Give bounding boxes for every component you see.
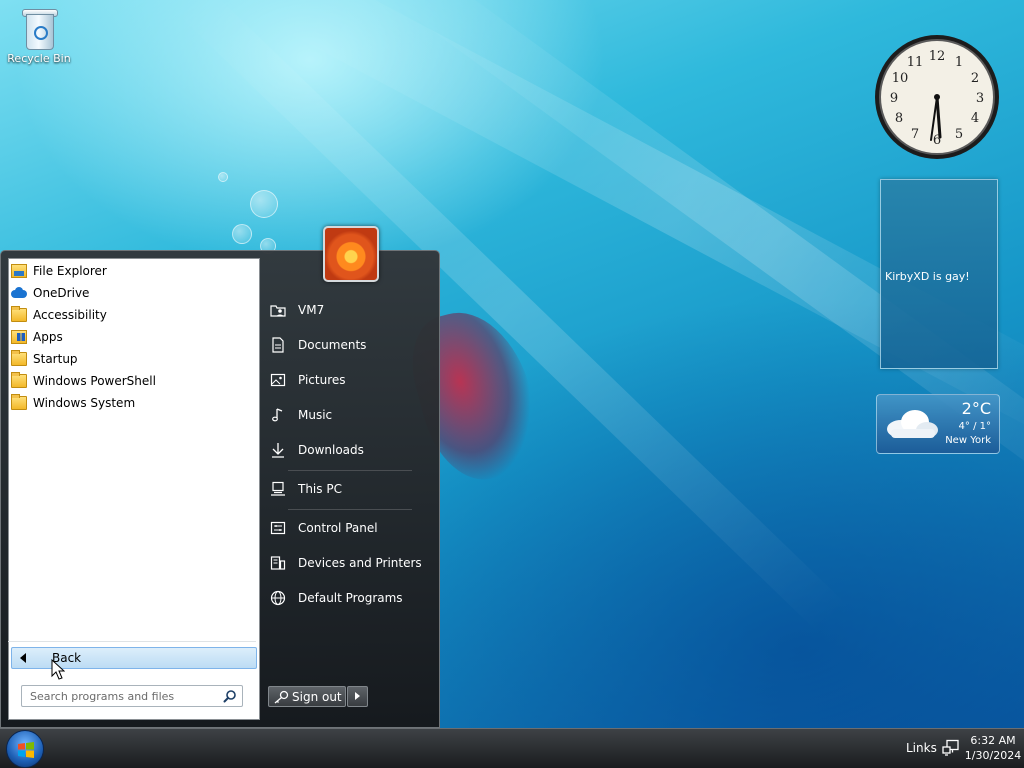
place-item-downloads[interactable]: Downloads [270,439,364,461]
sign-out-label: Sign out [292,689,342,704]
program-item-windows-powershell[interactable]: Windows PowerShell [11,371,251,391]
place-label: Pictures [298,373,346,387]
svg-text:8: 8 [895,111,903,126]
svg-text:4: 4 [971,111,979,126]
weather-city: New York [945,435,991,446]
svg-text:3: 3 [976,91,984,106]
program-label: Accessibility [33,308,107,322]
folder-icon [11,394,27,410]
place-item-user[interactable]: VM7 [270,299,324,321]
svg-text:2: 2 [971,71,979,86]
place-label: Devices and Printers [298,556,422,570]
program-label: Apps [33,330,63,344]
svg-text:10: 10 [892,71,909,86]
user-picture-icon[interactable] [323,226,379,282]
place-label: VM7 [298,303,325,317]
onedrive-icon [11,286,27,300]
notes-gadget[interactable]: KirbyXD is gay! [880,179,998,369]
search-box[interactable] [21,685,243,707]
program-item-file-explorer[interactable]: File Explorer [11,261,251,281]
shutdown-options-arrow-button[interactable] [347,686,368,707]
program-item-onedrive[interactable]: OneDrive [11,283,251,303]
program-label: Startup [33,352,78,366]
place-item-documents[interactable]: Documents [270,334,366,356]
divider [288,470,412,471]
svg-text:1: 1 [955,55,963,70]
printer-icon [270,556,286,570]
search-icon[interactable] [223,689,237,703]
bubble [232,224,252,244]
weather-gadget[interactable]: 2°C 4° / 1° New York [876,394,1000,454]
program-label: Windows System [33,396,136,410]
globe-icon [270,590,286,606]
folder-icon [11,372,27,388]
back-arrow-icon [20,653,26,663]
place-label: Default Programs [298,591,403,605]
mouse-cursor-icon [51,659,65,680]
recycle-bin-icon [22,6,58,50]
links-toolbar[interactable]: Links [906,741,937,755]
windows-logo-icon [18,742,34,758]
clock-gadget[interactable]: 12 1 2 345 678 9 10 11 [874,34,1000,160]
control-panel-icon [270,521,286,535]
place-item-pictures[interactable]: Pictures [270,369,346,391]
file-explorer-icon [11,264,27,278]
place-item-music[interactable]: Music [270,404,332,426]
user-folder-icon [270,305,286,317]
program-label: Windows PowerShell [33,374,156,388]
svg-text:7: 7 [911,127,919,142]
svg-text:9: 9 [890,91,898,106]
place-label: Music [298,408,333,422]
apps-folder-icon [11,330,27,344]
svg-text:11: 11 [907,55,924,70]
key-icon [274,690,289,703]
program-label: OneDrive [33,286,90,300]
recycle-bin-label: Recycle Bin [7,52,71,65]
program-item-startup[interactable]: Startup [11,349,251,369]
program-item-windows-system[interactable]: Windows System [11,393,251,413]
clock-date: 1/30/2024 [964,749,1022,762]
network-icon[interactable] [942,739,960,757]
document-icon [272,337,284,353]
place-item-default-programs[interactable]: Default Programs [270,587,403,609]
recycle-bin[interactable]: Recycle Bin [6,6,72,65]
weather-temperature: 2°C [961,399,991,418]
program-item-accessibility[interactable]: Accessibility [11,305,251,325]
svg-text:5: 5 [955,127,963,142]
place-item-control-panel[interactable]: Control Panel [270,517,378,539]
system-clock[interactable]: 6:32 AM 1/30/2024 [964,733,1022,763]
folder-icon [11,350,27,366]
note-text: KirbyXD is gay! [885,270,970,283]
bubble [250,190,278,218]
place-label: Control Panel [298,521,378,535]
place-label: This PC [298,482,342,496]
clock-time: 6:32 AM [970,734,1016,747]
download-arrow-icon [272,443,284,458]
sign-out-button[interactable]: Sign out [268,686,346,707]
analog-clock-icon: 12 12 345 678 91011 [875,35,999,159]
divider [288,509,412,510]
taskbar: Links 6:32 AM 1/30/2024 [0,728,1024,768]
bubble [218,172,228,182]
music-note-icon [272,408,283,422]
computer-icon [271,481,285,496]
program-item-apps[interactable]: Apps [11,327,251,347]
place-item-this-pc[interactable]: This PC [270,478,342,500]
picture-icon [270,373,286,387]
start-button[interactable] [6,730,44,768]
search-input[interactable] [30,688,220,704]
back-button[interactable]: Back [11,647,257,669]
folder-icon [11,306,27,322]
divider [8,641,256,642]
place-label: Downloads [298,443,364,457]
program-label: File Explorer [33,264,107,278]
place-item-devices-and-printers[interactable]: Devices and Printers [270,552,422,574]
cloud-icon [887,410,938,438]
place-label: Documents [298,338,367,352]
svg-text:12: 12 [929,49,946,64]
weather-range: 4° / 1° [958,421,991,432]
